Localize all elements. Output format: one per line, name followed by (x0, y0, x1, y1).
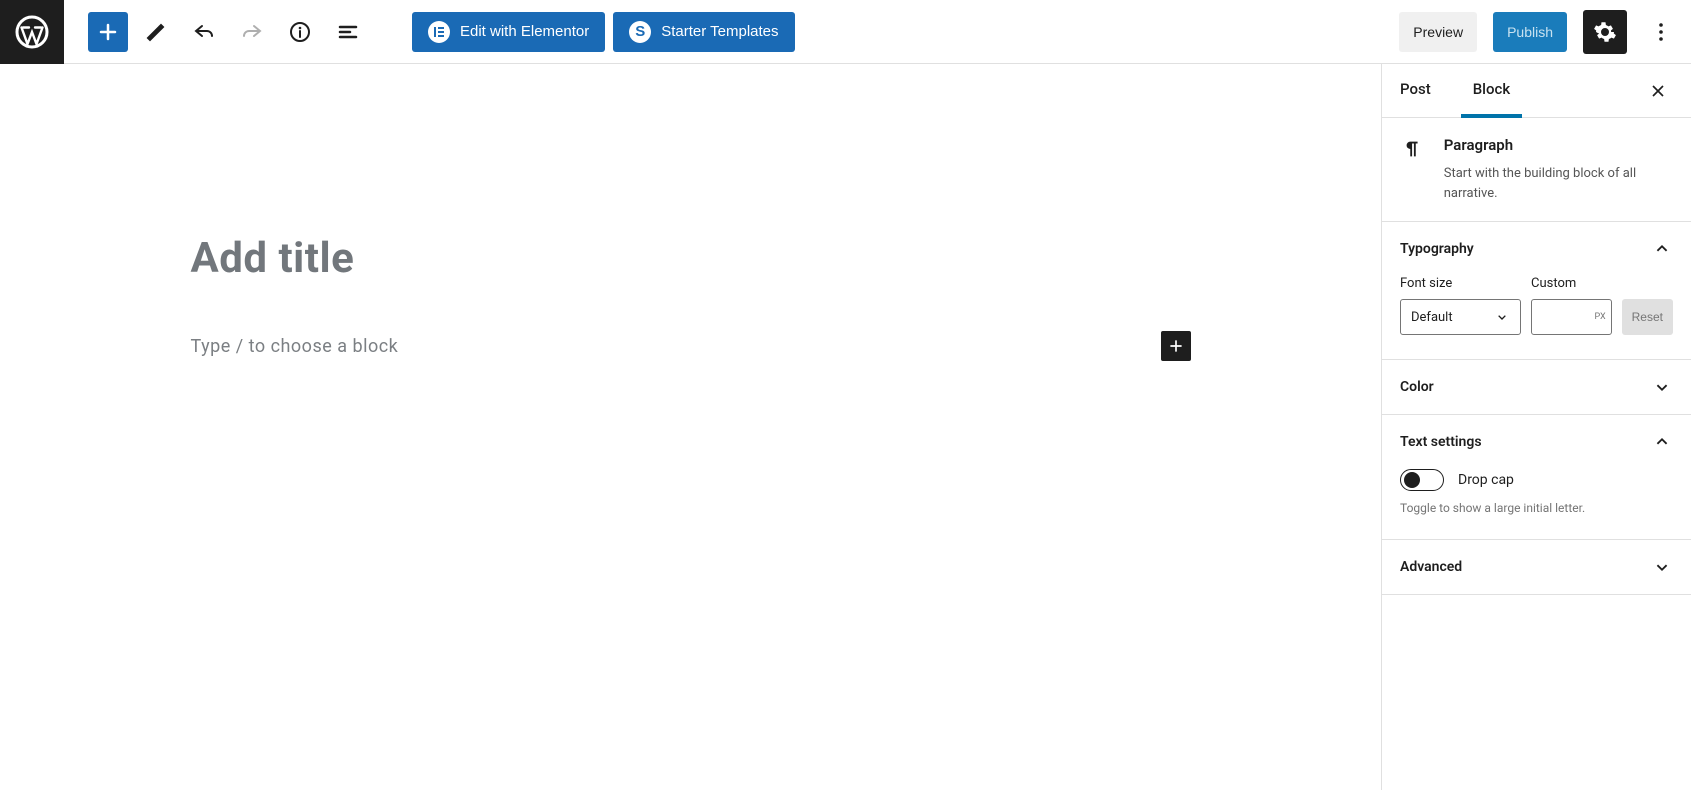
starter-icon: S (629, 21, 651, 43)
drop-cap-label: Drop cap (1458, 472, 1514, 488)
typography-title: Typography (1400, 241, 1474, 257)
chevron-up-icon (1651, 238, 1673, 260)
publish-button[interactable]: Publish (1493, 12, 1567, 52)
post-title-input[interactable]: Add title (191, 234, 1191, 283)
settings-button[interactable] (1583, 10, 1627, 54)
more-options-button[interactable] (1643, 12, 1679, 52)
advanced-header[interactable]: Advanced (1382, 540, 1691, 594)
elementor-icon (428, 21, 450, 43)
close-sidebar-button[interactable] (1643, 76, 1673, 106)
edit-elementor-label: Edit with Elementor (460, 23, 589, 40)
section-typography: Typography Font size Default (1382, 222, 1691, 360)
app-root: Edit with Elementor S Starter Templates … (0, 0, 1691, 790)
insert-block-button[interactable] (1161, 331, 1191, 361)
font-size-value: Default (1411, 310, 1453, 325)
color-title: Color (1400, 379, 1434, 395)
paragraph-block-input[interactable]: Type / to choose a block (191, 336, 1161, 357)
sidebar-tabs: Post Block (1382, 64, 1691, 118)
chevron-down-icon (1494, 309, 1510, 325)
typography-header[interactable]: Typography (1382, 222, 1691, 276)
chevron-up-icon (1651, 431, 1673, 453)
info-button[interactable] (280, 12, 320, 52)
settings-sidebar: Post Block Paragraph Start with the buil… (1381, 64, 1691, 790)
section-text-settings: Text settings Drop cap Toggle to show a … (1382, 415, 1691, 540)
preview-button[interactable]: Preview (1399, 12, 1477, 52)
editor-toolbar: Edit with Elementor S Starter Templates … (0, 0, 1691, 64)
main-layout: Add title Type / to choose a block Post … (0, 64, 1691, 790)
tools-button[interactable] (136, 12, 176, 52)
font-size-select[interactable]: Default (1400, 299, 1521, 335)
section-advanced: Advanced (1382, 540, 1691, 595)
drop-cap-desc: Toggle to show a large initial letter. (1400, 501, 1673, 515)
block-name: Paragraph (1444, 136, 1673, 154)
outline-button[interactable] (328, 12, 368, 52)
block-desc-text: Start with the building block of all nar… (1444, 164, 1673, 203)
section-color: Color (1382, 360, 1691, 415)
text-settings-header[interactable]: Text settings (1382, 415, 1691, 469)
starter-templates-button[interactable]: S Starter Templates (613, 12, 794, 52)
custom-size-unit: PX (1594, 312, 1605, 322)
custom-size-label: Custom (1531, 276, 1612, 291)
redo-button[interactable] (232, 12, 272, 52)
color-header[interactable]: Color (1382, 360, 1691, 414)
wordpress-logo[interactable] (0, 0, 64, 64)
advanced-title: Advanced (1400, 559, 1462, 575)
tab-post[interactable]: Post (1400, 64, 1443, 118)
font-size-label: Font size (1400, 276, 1521, 291)
text-settings-title: Text settings (1400, 434, 1482, 450)
undo-button[interactable] (184, 12, 224, 52)
drop-cap-toggle[interactable] (1400, 469, 1444, 491)
chevron-down-icon (1651, 376, 1673, 398)
toolbar-right-group: Preview Publish (1399, 10, 1691, 54)
starter-templates-label: Starter Templates (661, 23, 778, 40)
tab-block[interactable]: Block (1461, 64, 1522, 118)
toggle-knob (1404, 472, 1420, 488)
edit-elementor-button[interactable]: Edit with Elementor (412, 12, 605, 52)
paragraph-icon (1400, 136, 1426, 203)
chevron-down-icon (1651, 556, 1673, 578)
toolbar-left-group: Edit with Elementor S Starter Templates (64, 12, 795, 52)
add-block-button[interactable] (88, 12, 128, 52)
block-description: Paragraph Start with the building block … (1382, 118, 1691, 222)
reset-font-button[interactable]: Reset (1622, 299, 1673, 335)
editor-canvas[interactable]: Add title Type / to choose a block (0, 64, 1381, 790)
